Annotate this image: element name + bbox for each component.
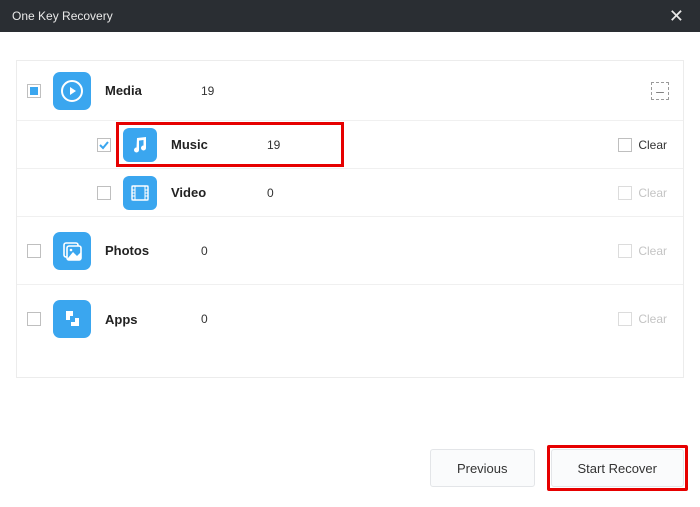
row-music[interactable]: Music 19 Clear bbox=[17, 121, 683, 169]
label-photos: Photos bbox=[105, 243, 201, 258]
footer: Previous Start Recover bbox=[430, 449, 684, 487]
apps-icon bbox=[53, 300, 91, 338]
row-photos[interactable]: Photos 0 Clear bbox=[17, 217, 683, 285]
clear-video: Clear bbox=[618, 186, 667, 200]
clear-music-label: Clear bbox=[638, 138, 667, 152]
count-video: 0 bbox=[267, 186, 327, 200]
checkbox-photos[interactable] bbox=[27, 244, 41, 258]
checkbox-video[interactable] bbox=[97, 186, 111, 200]
clear-photos-label: Clear bbox=[638, 244, 667, 258]
count-media: 19 bbox=[201, 84, 261, 98]
collapse-icon[interactable]: – bbox=[651, 82, 669, 100]
clear-apps: Clear bbox=[618, 312, 667, 326]
count-photos: 0 bbox=[201, 244, 261, 258]
checkbox-apps[interactable] bbox=[27, 312, 41, 326]
checkbox-music[interactable] bbox=[97, 138, 111, 152]
clear-music[interactable]: Clear bbox=[618, 138, 667, 152]
photos-icon bbox=[53, 232, 91, 270]
clear-photos-checkbox bbox=[618, 244, 632, 258]
window-title: One Key Recovery bbox=[12, 9, 113, 23]
count-music: 19 bbox=[267, 138, 327, 152]
start-recover-button[interactable]: Start Recover bbox=[551, 449, 684, 487]
label-apps: Apps bbox=[105, 312, 201, 327]
category-panel: Media 19 – Music 19 Clear bbox=[16, 60, 684, 378]
play-icon bbox=[53, 72, 91, 110]
checkbox-media[interactable] bbox=[27, 84, 41, 98]
row-apps[interactable]: Apps 0 Clear bbox=[17, 285, 683, 353]
clear-apps-checkbox bbox=[618, 312, 632, 326]
clear-video-label: Clear bbox=[638, 186, 667, 200]
count-apps: 0 bbox=[201, 312, 261, 326]
content: Media 19 – Music 19 Clear bbox=[0, 32, 700, 507]
titlebar: One Key Recovery ✕ bbox=[0, 0, 700, 32]
label-media: Media bbox=[105, 83, 201, 98]
video-icon bbox=[123, 176, 157, 210]
close-icon[interactable]: ✕ bbox=[665, 7, 688, 25]
label-music: Music bbox=[171, 137, 267, 152]
clear-apps-label: Clear bbox=[638, 312, 667, 326]
clear-music-checkbox[interactable] bbox=[618, 138, 632, 152]
label-video: Video bbox=[171, 185, 267, 200]
previous-button[interactable]: Previous bbox=[430, 449, 535, 487]
clear-video-checkbox bbox=[618, 186, 632, 200]
row-video[interactable]: Video 0 Clear bbox=[17, 169, 683, 217]
clear-photos: Clear bbox=[618, 244, 667, 258]
row-media[interactable]: Media 19 – bbox=[17, 61, 683, 121]
music-icon bbox=[123, 128, 157, 162]
